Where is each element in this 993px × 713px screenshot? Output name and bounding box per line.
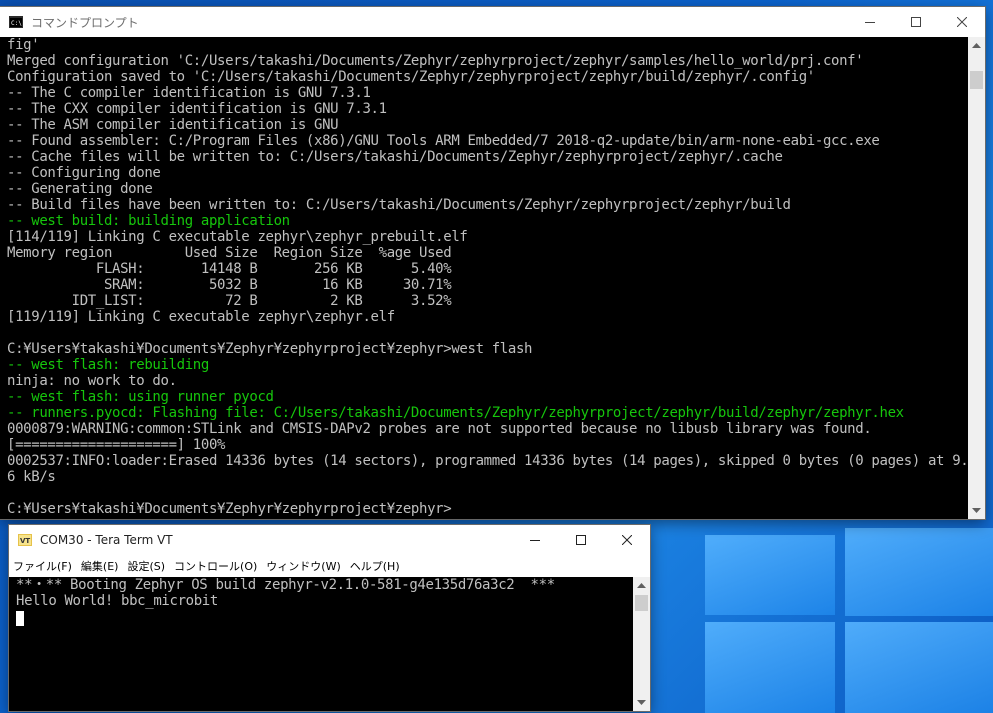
- console-line: Merged configuration 'C:/Users/takashi/D…: [7, 53, 864, 69]
- console-line: IDT_LIST: 72 B 2 KB 3.52%: [7, 293, 452, 309]
- console-line: -- Generating done: [7, 181, 153, 197]
- console-line: **・** Booting Zephyr OS build zephyr-v2.…: [16, 577, 555, 593]
- text-cursor: [16, 611, 24, 626]
- svg-text:VT: VT: [20, 537, 30, 545]
- console-line: C:¥Users¥takashi¥Documents¥Zephyr¥zephyr…: [7, 341, 533, 357]
- console-line: Memory region Used Size Region Size %age…: [7, 245, 452, 261]
- desktop-background: [845, 528, 993, 616]
- console-line: SRAM: 5032 B 16 KB 30.71%: [7, 277, 452, 293]
- cmd-scrollbar-thumb[interactable]: [970, 71, 983, 89]
- scroll-down-arrow-icon[interactable]: [968, 502, 985, 519]
- console-line: [119/119] Linking C executable zephyr\ze…: [7, 309, 395, 325]
- console-line: 6 kB/s: [7, 469, 56, 485]
- maximize-button[interactable]: [893, 7, 939, 37]
- menu-window[interactable]: ウィンドウ(W): [266, 558, 340, 574]
- close-button[interactable]: [604, 525, 650, 555]
- console-line: 0002537:INFO:loader:Erased 14336 bytes (…: [7, 453, 968, 469]
- maximize-icon: [911, 17, 921, 27]
- console-line: -- Build files have been written to: C:/…: [7, 197, 791, 213]
- console-line: fig': [7, 37, 40, 53]
- desktop-background: [705, 622, 835, 713]
- menu-file[interactable]: ファイル(F): [13, 558, 72, 574]
- console-line: -- Found assembler: C:/Program Files (x8…: [7, 133, 880, 149]
- console-line: Hello World! bbc_microbit: [16, 593, 218, 609]
- console-line: -- The C compiler identification is GNU …: [7, 85, 371, 101]
- cmd-window-title: コマンドプロンプト: [31, 15, 139, 30]
- console-line: [====================] 100%: [7, 437, 226, 453]
- menu-control[interactable]: コントロール(O): [174, 558, 257, 574]
- console-line: [114/119] Linking C executable zephyr\ze…: [7, 229, 468, 245]
- svg-text:C:\: C:\: [11, 20, 22, 27]
- console-line: ninja: no work to do.: [7, 373, 177, 389]
- maximize-button[interactable]: [558, 525, 604, 555]
- teraterm-menu-bar: ファイル(F) 編集(E) 設定(S) コントロール(O) ウィンドウ(W) ヘ…: [9, 555, 650, 577]
- minimize-button[interactable]: [512, 525, 558, 555]
- cmd-console-output[interactable]: fig' Merged configuration 'C:/Users/taka…: [0, 37, 968, 519]
- cmd-app-icon: C:\: [9, 16, 23, 28]
- teraterm-window-title: COM30 - Tera Term VT: [40, 533, 173, 547]
- scroll-up-arrow-icon[interactable]: [968, 37, 985, 54]
- console-line: -- The ASM compiler identification is GN…: [7, 117, 339, 133]
- scroll-down-arrow-icon[interactable]: [633, 694, 650, 711]
- menu-edit[interactable]: 編集(E): [81, 558, 119, 574]
- console-line: 0000879:WARNING:common:STLink and CMSIS-…: [7, 421, 872, 437]
- teraterm-scrollbar-thumb[interactable]: [635, 595, 648, 611]
- minimize-icon: [865, 22, 875, 23]
- teraterm-title-bar[interactable]: VT COM30 - Tera Term VT: [9, 525, 650, 555]
- console-line: -- Configuring done: [7, 165, 161, 181]
- teraterm-vertical-scrollbar[interactable]: [633, 577, 650, 711]
- teraterm-window[interactable]: VT COM30 - Tera Term VT ファイル(F) 編集(E) 設定…: [9, 525, 650, 711]
- maximize-icon: [576, 535, 586, 545]
- scroll-up-arrow-icon[interactable]: [633, 577, 650, 594]
- cmd-vertical-scrollbar[interactable]: [968, 37, 985, 519]
- cmd-title-bar[interactable]: C:\ コマンドプロンプト: [0, 7, 985, 37]
- close-button[interactable]: [939, 7, 985, 37]
- teraterm-app-icon: VT: [18, 534, 32, 546]
- console-line: -- runners.pyocd: Flashing file: C:/User…: [7, 405, 904, 421]
- cmd-console-text: fig' Merged configuration 'C:/Users/taka…: [0, 37, 968, 517]
- menu-help[interactable]: ヘルプ(H): [350, 558, 400, 574]
- console-line: C:¥Users¥takashi¥Documents¥Zephyr¥zephyr…: [7, 501, 452, 517]
- close-icon: [622, 535, 632, 545]
- console-line: -- Cache files will be written to: C:/Us…: [7, 149, 783, 165]
- minimize-icon: [530, 540, 540, 541]
- command-prompt-window[interactable]: C:\ コマンドプロンプト fig' Merged configuration …: [0, 7, 985, 519]
- desktop-background: [845, 622, 993, 713]
- minimize-button[interactable]: [847, 7, 893, 37]
- console-line: -- west flash: using runner pyocd: [7, 389, 274, 405]
- close-icon: [957, 17, 967, 27]
- console-line: -- west flash: rebuilding: [7, 357, 209, 373]
- console-line: -- west build: building application: [7, 213, 290, 229]
- teraterm-console-text: **・** Booting Zephyr OS build zephyr-v2.…: [9, 577, 633, 630]
- desktop-background: [705, 535, 835, 615]
- console-line: -- The CXX compiler identification is GN…: [7, 101, 387, 117]
- teraterm-console-output[interactable]: **・** Booting Zephyr OS build zephyr-v2.…: [9, 577, 633, 711]
- console-line: FLASH: 14148 B 256 KB 5.40%: [7, 261, 452, 277]
- console-line: Configuration saved to 'C:/Users/takashi…: [7, 69, 815, 85]
- menu-setup[interactable]: 設定(S): [127, 558, 165, 574]
